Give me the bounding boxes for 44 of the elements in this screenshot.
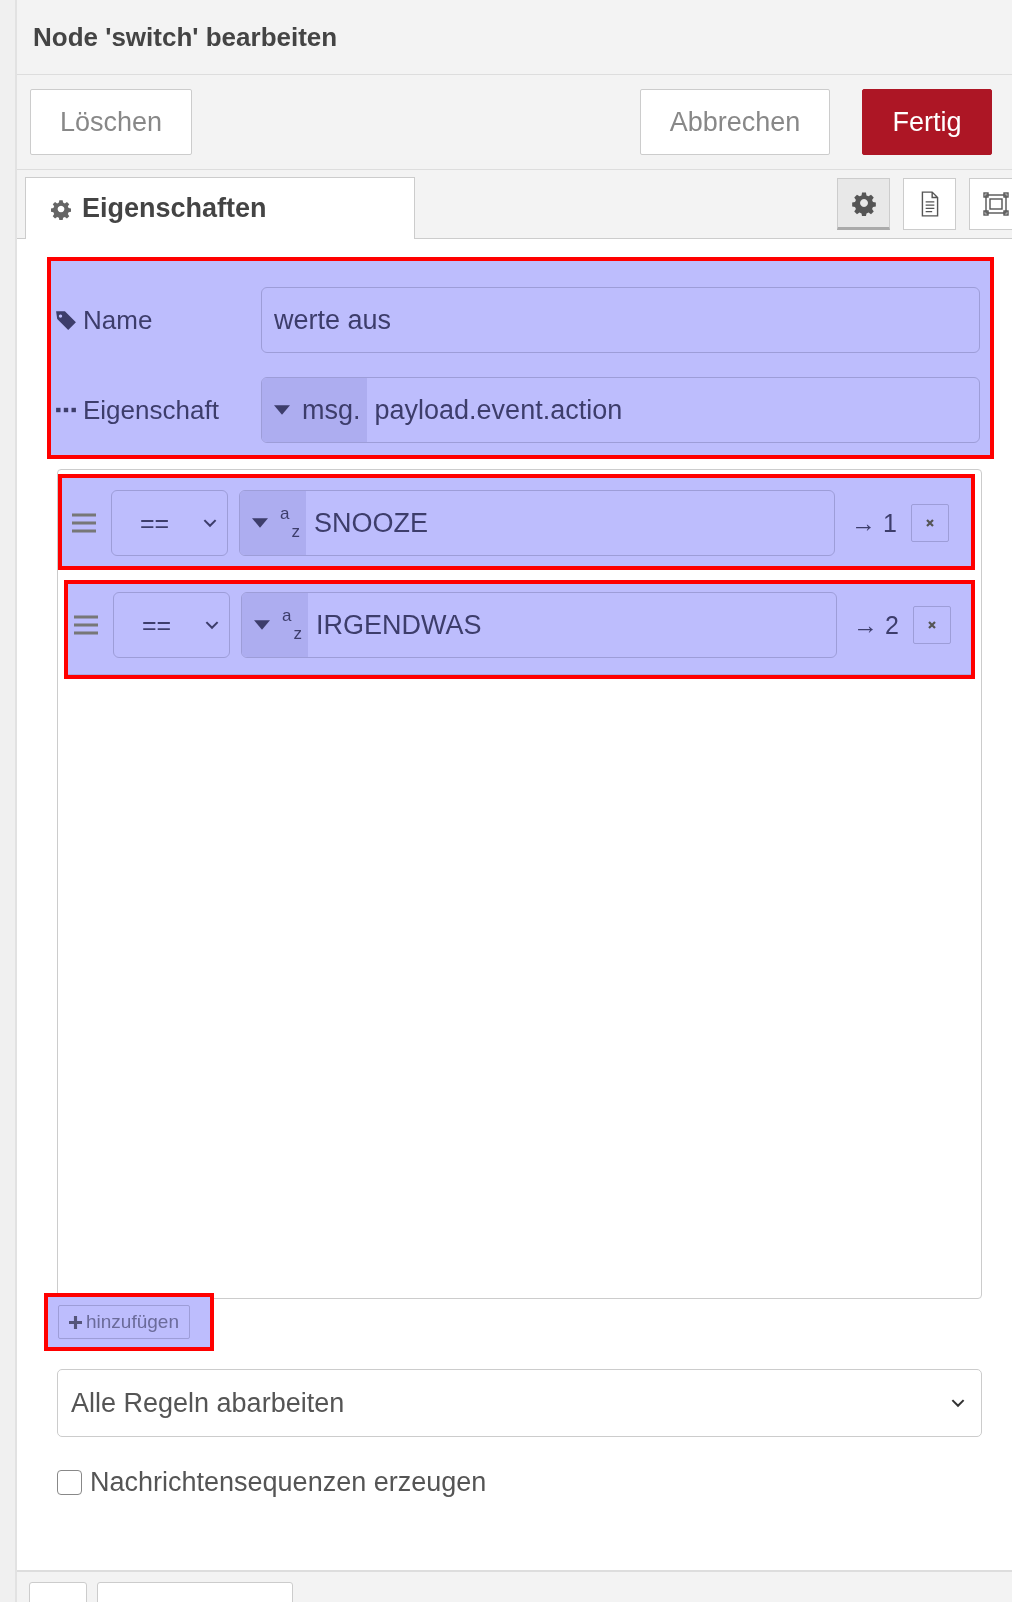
drag-handle-icon[interactable] (74, 615, 98, 635)
appearance-tab[interactable] (969, 178, 1012, 230)
mode-select[interactable]: Alle Regeln abarbeiten (57, 1369, 982, 1437)
string-type-icon: a z (280, 504, 300, 542)
field-label: Name (83, 304, 153, 336)
close-icon (925, 518, 935, 528)
operator-select[interactable]: == (113, 592, 230, 658)
caret-icon (252, 518, 268, 528)
gear-icon (50, 197, 72, 220)
chevron-icon (203, 518, 217, 528)
properties-tab[interactable]: Eigenschaften (25, 177, 415, 239)
value-field[interactable]: a z SNOOZE (239, 490, 835, 556)
caret-icon (274, 405, 290, 415)
delete-button[interactable]: Löschen (30, 89, 192, 155)
remove-button[interactable] (913, 606, 951, 644)
checkbox-label: Nachrichtensequenzen erzeugen (90, 1467, 487, 1498)
caret-icon (254, 620, 270, 630)
value-field[interactable]: a z IRGENDWAS (241, 592, 837, 658)
output-label: → 2 (853, 610, 900, 640)
chevron-icon (205, 620, 219, 630)
tag-icon (55, 309, 77, 331)
string-type-icon: a z (282, 606, 302, 644)
frame-icon (982, 191, 1009, 217)
output-label: → 1 (851, 508, 898, 538)
plus-icon (69, 1315, 82, 1329)
done-button[interactable]: Fertig (862, 89, 992, 155)
ellipsis-icon (55, 406, 77, 414)
cancel-button[interactable]: Abbrechen (640, 89, 830, 155)
name-field[interactable]: werte aus (261, 287, 980, 353)
settings-icon (850, 190, 877, 216)
property-field[interactable]: msg. payload.event.action (261, 377, 980, 443)
close-icon (927, 620, 937, 630)
description-tab[interactable] (903, 178, 956, 230)
drag-handle-icon[interactable] (72, 513, 96, 533)
type-selector[interactable]: msg. (262, 378, 367, 442)
settings-tab[interactable] (837, 178, 890, 230)
dialog-title: Node 'switch' bearbeiten (33, 21, 338, 53)
field-label: Eigenschaft (83, 394, 219, 426)
remove-button[interactable] (911, 504, 949, 542)
type-selector[interactable]: a z (242, 593, 308, 657)
checkbox[interactable] (57, 1470, 82, 1495)
operator-select[interactable]: == (111, 490, 228, 556)
type-selector[interactable]: a z (240, 491, 306, 555)
chevron-icon (951, 1398, 965, 1408)
